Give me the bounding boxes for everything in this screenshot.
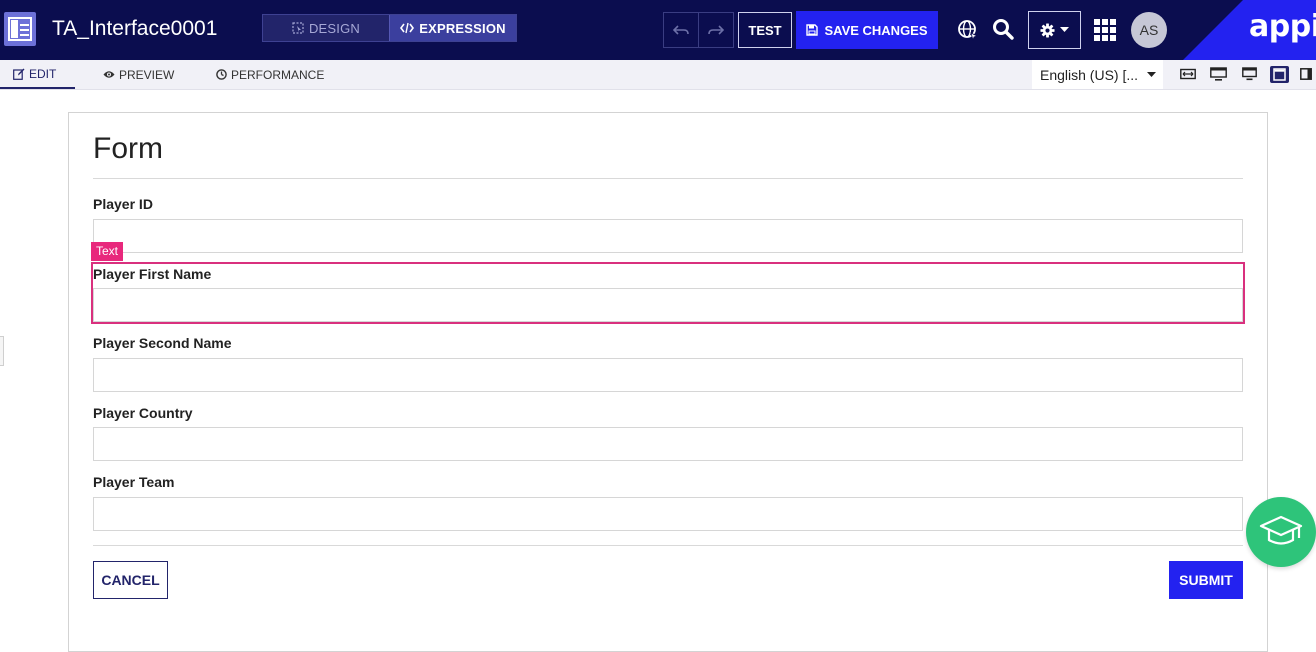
player-team-input[interactable] bbox=[93, 497, 1243, 531]
phone-icon[interactable] bbox=[1300, 68, 1312, 80]
fit-width-icon[interactable] bbox=[1180, 67, 1196, 81]
save-changes-button[interactable]: SAVE CHANGES bbox=[796, 11, 938, 49]
tab-performance-label: PERFORMANCE bbox=[231, 67, 325, 82]
gear-icon bbox=[1040, 22, 1055, 38]
locale-select-value: English (US) [... bbox=[1040, 66, 1139, 83]
chevron-down-icon bbox=[1147, 72, 1156, 77]
tab-edit[interactable]: EDIT bbox=[0, 60, 75, 89]
settings-menu-button[interactable] bbox=[1028, 11, 1081, 49]
brand-logo: appia bbox=[1183, 0, 1316, 60]
desktop-icon[interactable] bbox=[1210, 67, 1227, 81]
design-mode-label: DESIGN bbox=[308, 20, 361, 36]
globe-icon[interactable] bbox=[957, 19, 979, 41]
top-bar: TA_Interface0001 DESIGN EXPRESSION TEST … bbox=[0, 0, 1316, 60]
undo-button[interactable] bbox=[664, 13, 698, 47]
mode-switch: DESIGN EXPRESSION bbox=[262, 14, 517, 42]
tablet-icon[interactable] bbox=[1270, 66, 1289, 83]
chevron-down-icon bbox=[1060, 27, 1069, 32]
field-label-player-team: Player Team bbox=[93, 474, 175, 490]
submit-button[interactable]: SUBMIT bbox=[1169, 561, 1243, 599]
player-second-name-input[interactable] bbox=[93, 358, 1243, 392]
save-changes-label: SAVE CHANGES bbox=[824, 22, 928, 38]
field-label-player-first-name: Player First Name bbox=[93, 266, 212, 282]
expression-mode-label: EXPRESSION bbox=[419, 20, 506, 36]
monitor-icon[interactable] bbox=[1242, 67, 1257, 81]
search-icon[interactable] bbox=[992, 18, 1014, 40]
brand-logo-text: appia bbox=[1249, 9, 1316, 44]
form-title: Form bbox=[93, 132, 163, 165]
edit-icon bbox=[13, 68, 25, 80]
user-avatar[interactable]: AS bbox=[1131, 12, 1167, 48]
redo-icon bbox=[708, 25, 724, 35]
undo-redo-group bbox=[663, 12, 734, 48]
app-grid-icon[interactable] bbox=[1094, 19, 1116, 41]
tab-performance[interactable]: PERFORMANCE bbox=[216, 60, 324, 89]
tab-preview-label: PREVIEW bbox=[119, 67, 175, 82]
player-country-input[interactable] bbox=[93, 427, 1243, 461]
expression-mode-button[interactable]: EXPRESSION bbox=[389, 15, 516, 41]
title-divider bbox=[93, 178, 1243, 179]
code-icon bbox=[400, 22, 415, 34]
player-first-name-input[interactable] bbox=[93, 288, 1243, 322]
performance-icon bbox=[216, 69, 227, 80]
cancel-button[interactable]: CANCEL bbox=[93, 561, 168, 599]
selected-component-tag: Text bbox=[91, 242, 124, 261]
tab-edit-label: EDIT bbox=[29, 66, 57, 81]
player-id-input[interactable] bbox=[93, 219, 1243, 253]
graduation-cap-icon bbox=[1259, 515, 1303, 545]
app-layout-icon[interactable] bbox=[4, 12, 36, 46]
undo-icon bbox=[673, 25, 689, 35]
buttons-divider bbox=[93, 545, 1243, 546]
save-icon bbox=[806, 24, 819, 36]
field-label-player-country: Player Country bbox=[93, 405, 193, 421]
left-panel-handle[interactable] bbox=[0, 336, 4, 366]
eye-icon bbox=[103, 71, 115, 78]
design-mode-button[interactable]: DESIGN bbox=[263, 15, 389, 41]
field-label-player-second-name: Player Second Name bbox=[93, 335, 232, 351]
tab-preview[interactable]: PREVIEW bbox=[103, 60, 174, 89]
app-title: TA_Interface0001 bbox=[52, 17, 218, 40]
test-button[interactable]: TEST bbox=[738, 12, 792, 48]
design-icon bbox=[292, 22, 304, 34]
help-learning-button[interactable] bbox=[1246, 497, 1316, 567]
redo-button[interactable] bbox=[698, 13, 733, 47]
locale-select[interactable]: English (US) [... bbox=[1032, 60, 1163, 89]
field-label-player-id: Player ID bbox=[93, 196, 153, 212]
